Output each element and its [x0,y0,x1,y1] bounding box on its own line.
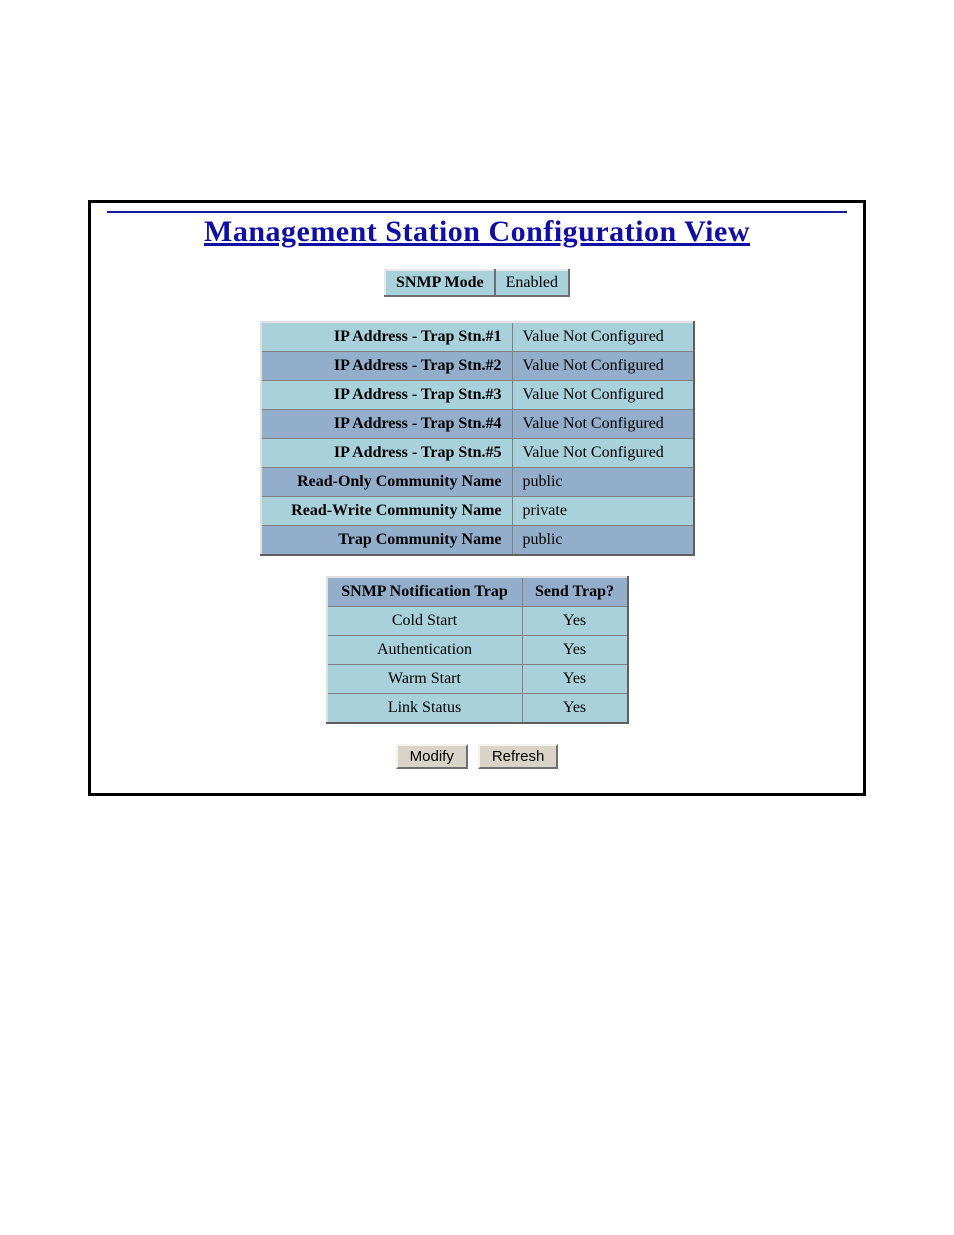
trap-row: Cold StartYes [327,607,628,636]
config-row: IP Address - Trap Stn.#1Value Not Config… [261,322,694,352]
config-row: IP Address - Trap Stn.#4Value Not Config… [261,410,694,439]
trap-send: Yes [522,665,628,694]
config-label: IP Address - Trap Stn.#3 [261,381,513,410]
config-label: Read-Write Community Name [261,497,513,526]
config-label: IP Address - Trap Stn.#2 [261,352,513,381]
config-label: IP Address - Trap Stn.#4 [261,410,513,439]
config-label: Trap Community Name [261,526,513,556]
config-table: IP Address - Trap Stn.#1Value Not Config… [260,321,695,556]
config-panel: Management Station Configuration View SN… [88,200,866,796]
trap-row: AuthenticationYes [327,636,628,665]
config-value: Value Not Configured [512,381,694,410]
trap-header-send: Send Trap? [522,577,628,607]
config-value: Value Not Configured [512,439,694,468]
config-row: Trap Community Namepublic [261,526,694,556]
config-label: Read-Only Community Name [261,468,513,497]
trap-row: Warm StartYes [327,665,628,694]
config-row: IP Address - Trap Stn.#3Value Not Config… [261,381,694,410]
trap-name: Link Status [327,694,523,724]
button-row: Modify Refresh [107,744,847,769]
snmp-mode-label: SNMP Mode [385,270,495,296]
trap-name: Warm Start [327,665,523,694]
config-row: Read-Only Community Namepublic [261,468,694,497]
config-label: IP Address - Trap Stn.#1 [261,322,513,352]
config-label: IP Address - Trap Stn.#5 [261,439,513,468]
snmp-mode-value: Enabled [495,270,569,296]
config-value: Value Not Configured [512,322,694,352]
title-rule [107,211,847,213]
trap-row: Link StatusYes [327,694,628,724]
config-value: Value Not Configured [512,410,694,439]
config-value: private [512,497,694,526]
config-row: IP Address - Trap Stn.#5Value Not Config… [261,439,694,468]
trap-name: Cold Start [327,607,523,636]
trap-name: Authentication [327,636,523,665]
config-value: Value Not Configured [512,352,694,381]
page-title: Management Station Configuration View [107,215,847,249]
config-row: IP Address - Trap Stn.#2Value Not Config… [261,352,694,381]
config-row: Read-Write Community Nameprivate [261,497,694,526]
trap-send: Yes [522,607,628,636]
trap-header-name: SNMP Notification Trap [327,577,523,607]
refresh-button[interactable]: Refresh [478,744,559,769]
modify-button[interactable]: Modify [396,744,468,769]
trap-send: Yes [522,694,628,724]
trap-send: Yes [522,636,628,665]
trap-table: SNMP Notification Trap Send Trap? Cold S… [326,576,629,724]
snmp-mode-table: SNMP Mode Enabled [384,269,570,297]
config-value: public [512,468,694,497]
config-value: public [512,526,694,556]
